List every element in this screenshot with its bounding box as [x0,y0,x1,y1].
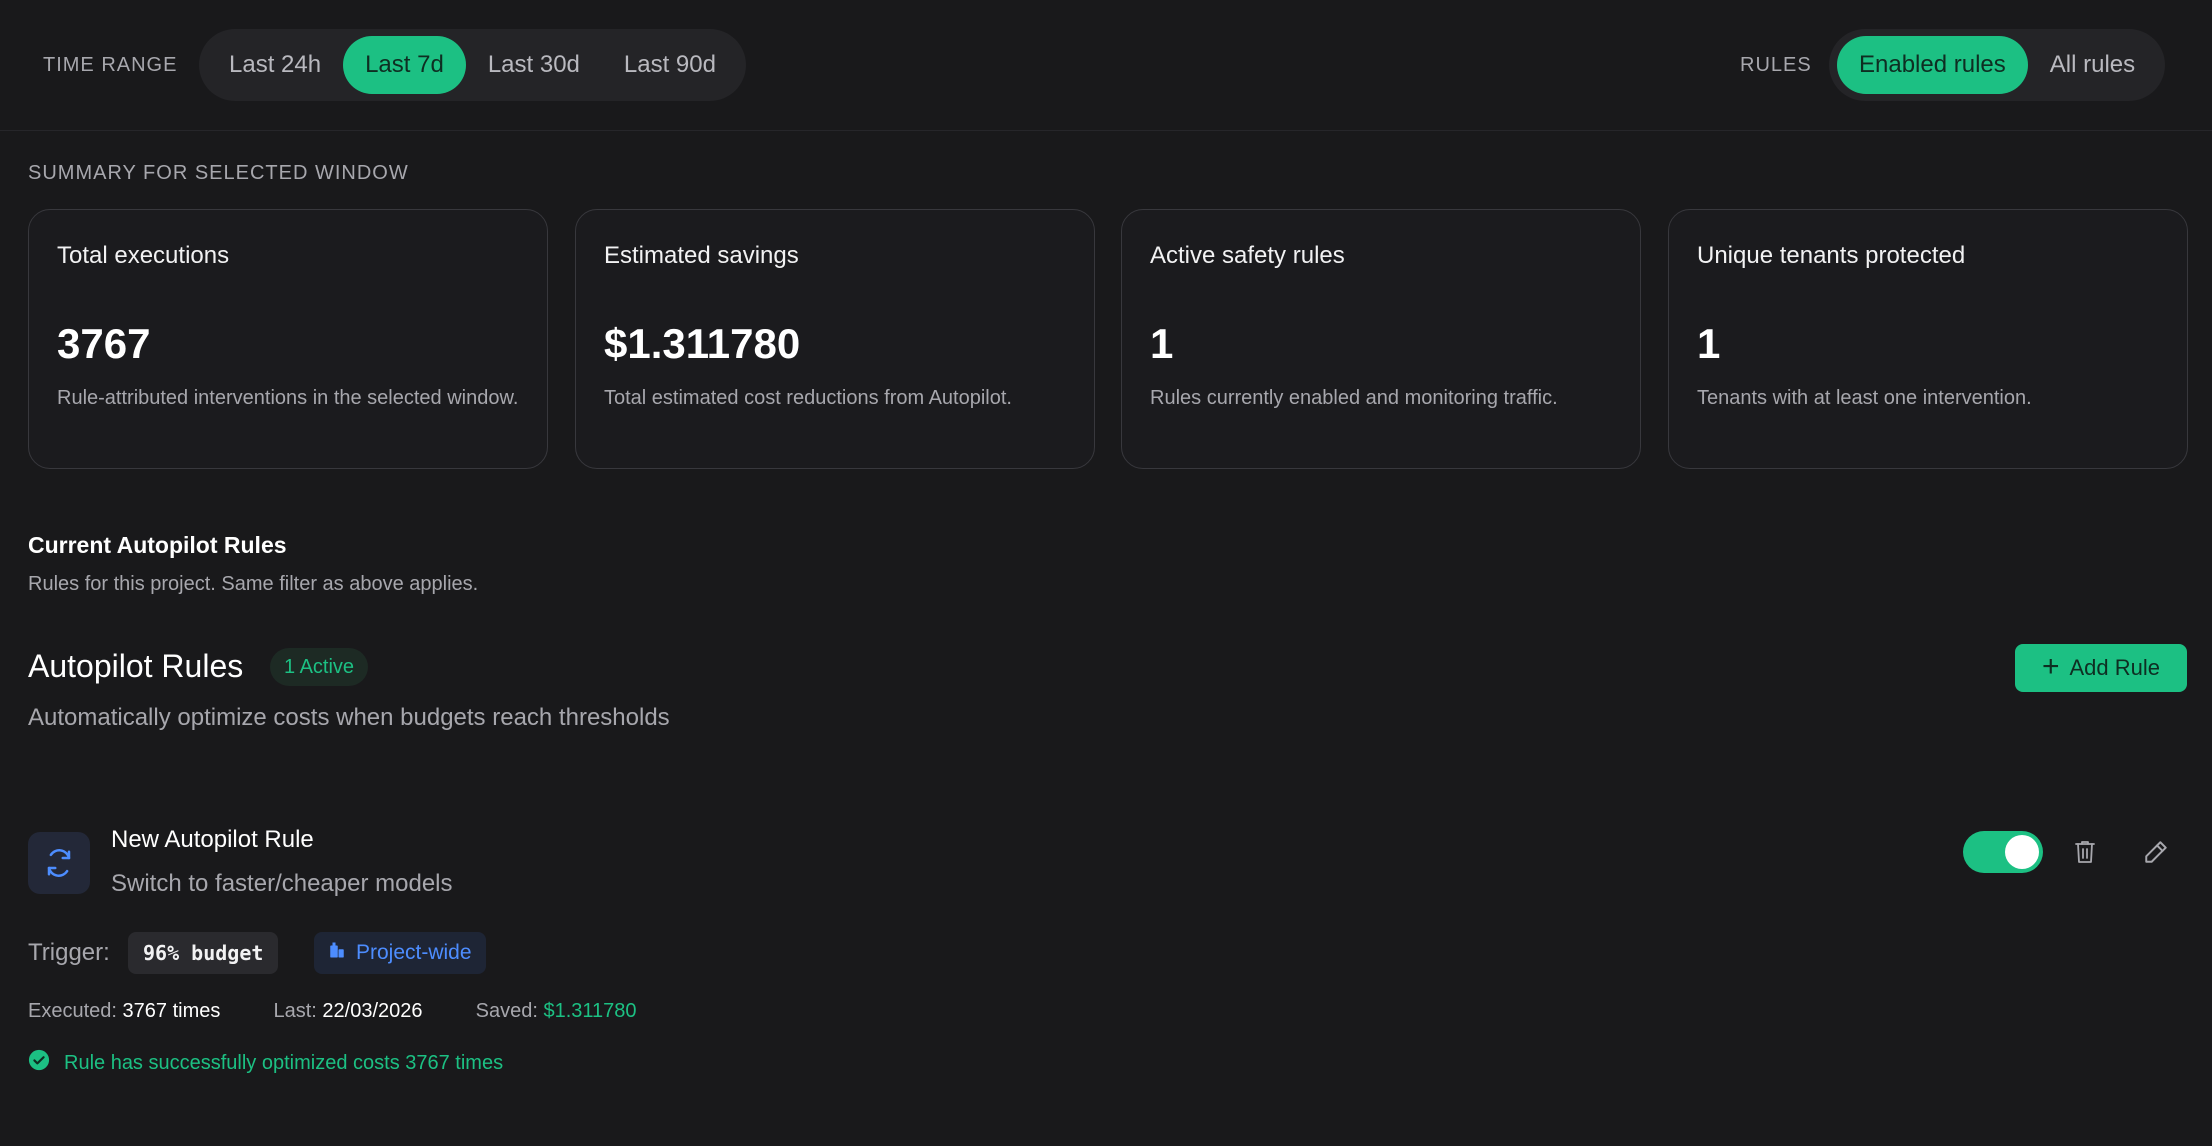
rule-action-type: Switch to faster/cheaper models [111,870,453,897]
executed-label: Executed: [28,1000,117,1022]
saved-value: $1.311780 [543,1000,637,1022]
scope-chip: Project-wide [314,932,486,974]
card-title: Estimated savings [604,242,799,269]
saved-label: Saved: [475,1000,538,1022]
summary-card-total-executions: Total executions 3767 Rule-attributed in… [28,209,548,469]
autopilot-rules-description: Automatically optimize costs when budget… [28,704,670,731]
current-rules-heading: Current Autopilot Rules [28,532,287,558]
executed-value: 3767 times [122,1000,221,1022]
card-value: $1.311780 [604,320,801,367]
rule-enabled-toggle[interactable] [1963,831,2043,873]
trash-icon[interactable] [2067,834,2103,870]
success-message: Rule has successfully optimized costs 37… [28,1049,503,1077]
trigger-label: Trigger: [28,939,110,966]
summary-caption: SUMMARY FOR SELECTED WINDOW [28,162,409,184]
trigger-value-chip: 96% budget [128,932,279,974]
check-circle-icon [28,1049,50,1077]
card-title: Unique tenants protected [1697,242,1966,269]
rules-option-enabled[interactable]: Enabled rules [1837,36,2028,94]
last-run-value: 22/03/2026 [322,1000,423,1022]
time-range-option-90d[interactable]: Last 90d [602,36,738,94]
time-range-selector: Last 24h Last 7d Last 30d Last 90d [199,29,746,101]
time-range-option-24h[interactable]: Last 24h [207,36,343,94]
scope-label: Project-wide [356,941,472,964]
card-description: Rule-attributed interventions in the sel… [57,387,519,409]
active-count-badge: 1 Active [270,648,369,686]
last-run-label: Last: [273,1000,317,1022]
success-text: Rule has successfully optimized costs 37… [64,1051,504,1074]
rules-filter-selector: Enabled rules All rules [1829,29,2166,101]
summary-card-unique-tenants: Unique tenants protected 1 Tenants with … [1668,209,2188,469]
rules-filter-label: RULES [1740,54,1812,76]
autopilot-rules-title: Autopilot Rules [28,648,244,684]
add-rule-button[interactable]: + Add Rule [2015,644,2187,692]
refresh-icon [28,832,90,894]
card-description: Rules currently enabled and monitoring t… [1150,387,1558,409]
card-value: 3767 [57,320,151,367]
time-range-option-30d[interactable]: Last 30d [466,36,602,94]
card-title: Total executions [57,242,230,269]
card-description: Tenants with at least one intervention. [1697,387,2032,409]
card-value: 1 [1697,320,1721,367]
rule-stats: Executed: 3767 times Last: 22/03/2026 Sa… [28,1000,637,1023]
summary-card-active-safety-rules: Active safety rules 1 Rules currently en… [1121,209,1641,469]
filter-bar: TIME RANGE Last 24h Last 7d Last 30d Las… [0,0,2212,131]
building-icon [328,941,346,965]
summary-card-estimated-savings: Estimated savings $1.311780 Total estima… [575,209,1095,469]
toggle-knob [2005,835,2039,869]
rule-name: New Autopilot Rule [111,826,314,853]
add-rule-label: Add Rule [2069,655,2161,680]
pencil-icon[interactable] [2138,834,2174,870]
card-title: Active safety rules [1150,242,1345,269]
current-rules-subtitle: Rules for this project. Same filter as a… [28,573,479,595]
plus-icon: + [2041,650,2060,683]
card-description: Total estimated cost reductions from Aut… [604,387,1012,409]
time-range-label: TIME RANGE [43,54,178,76]
rules-option-all[interactable]: All rules [2028,36,2157,94]
time-range-option-7d[interactable]: Last 7d [343,36,466,94]
card-value: 1 [1150,320,1174,367]
